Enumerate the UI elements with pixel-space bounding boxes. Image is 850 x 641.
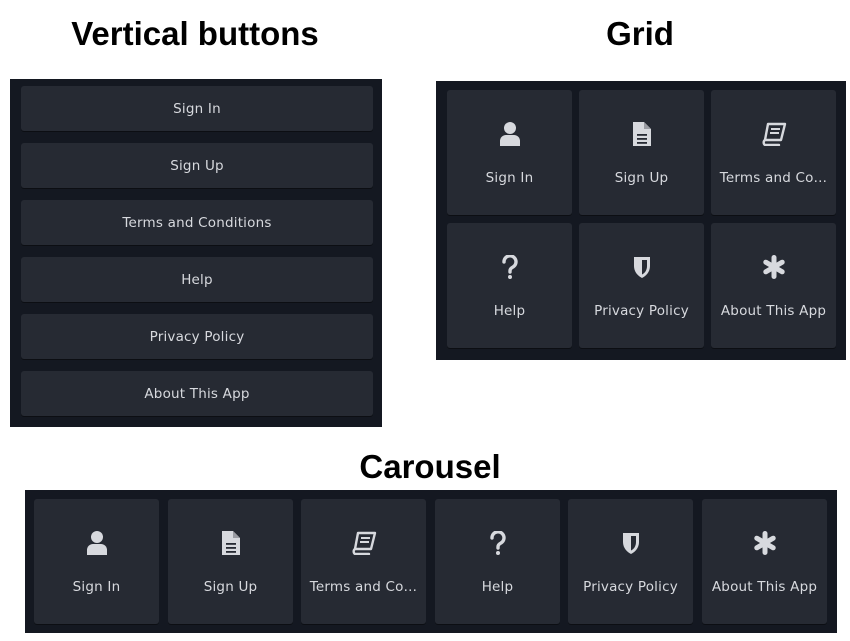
- document-icon: [579, 120, 704, 148]
- vertical-button-label: Help: [181, 271, 213, 288]
- vertical-button-label: Privacy Policy: [149, 328, 245, 345]
- vertical-buttons-panel: Sign In Sign Up Terms and Conditions Hel…: [10, 79, 382, 427]
- grid-tile-privacy[interactable]: Privacy Policy: [579, 223, 704, 348]
- carousel-tile-label: Sign Up: [203, 579, 258, 595]
- vertical-button-label: Sign Up: [170, 157, 224, 174]
- grid-tile-about[interactable]: About This App: [711, 223, 836, 348]
- grid-tile-sign-up[interactable]: Sign Up: [579, 90, 704, 215]
- grid-tile-terms[interactable]: Terms and Co…: [711, 90, 836, 215]
- grid-tile-label: Sign Up: [614, 170, 669, 186]
- grid-title: Grid: [606, 15, 674, 52]
- grid-tile-label: Privacy Policy: [594, 303, 689, 319]
- carousel-tile-label: Privacy Policy: [583, 579, 678, 595]
- carousel-tile-privacy[interactable]: Privacy Policy: [568, 499, 693, 624]
- grid-tile-sign-in[interactable]: Sign In: [447, 90, 572, 215]
- book-icon: [711, 120, 836, 148]
- question-icon: [435, 529, 560, 557]
- shield-icon: [568, 529, 693, 557]
- grid-tile-help[interactable]: Help: [447, 223, 572, 348]
- vertical-button-terms[interactable]: Terms and Conditions: [21, 200, 373, 245]
- vertical-button-privacy[interactable]: Privacy Policy: [21, 314, 373, 359]
- grid-tile-label: About This App: [720, 303, 827, 319]
- document-icon: [168, 529, 293, 557]
- carousel-title: Carousel: [359, 448, 501, 485]
- grid-tile-label: Help: [493, 303, 526, 319]
- shield-icon: [579, 253, 704, 281]
- vertical-button-label: Terms and Conditions: [122, 214, 272, 231]
- carousel-tile-help[interactable]: Help: [435, 499, 560, 624]
- asterisk-icon: [702, 529, 827, 557]
- carousel-panel: Sign In Sign Up Terms and Co… Help Priva…: [25, 490, 837, 633]
- carousel-tile-label: Terms and Co…: [309, 579, 418, 595]
- vertical-button-label: Sign In: [173, 100, 221, 117]
- vertical-button-label: About This App: [144, 385, 250, 402]
- user-icon: [34, 529, 159, 557]
- question-icon: [447, 253, 572, 281]
- carousel-tile-label: Sign In: [72, 579, 121, 595]
- vertical-button-sign-up[interactable]: Sign Up: [21, 143, 373, 188]
- user-icon: [447, 120, 572, 148]
- vertical-button-about[interactable]: About This App: [21, 371, 373, 416]
- asterisk-icon: [711, 253, 836, 281]
- carousel-tile-terms[interactable]: Terms and Co…: [301, 499, 426, 624]
- carousel-tile-label: About This App: [711, 579, 818, 595]
- grid-tile-label: Sign In: [485, 170, 534, 186]
- vertical-buttons-title: Vertical buttons: [71, 15, 319, 52]
- carousel-tile-about[interactable]: About This App: [702, 499, 827, 624]
- vertical-button-sign-in[interactable]: Sign In: [21, 86, 373, 131]
- grid-tile-label: Terms and Co…: [719, 170, 828, 186]
- vertical-button-help[interactable]: Help: [21, 257, 373, 302]
- carousel-tile-sign-in[interactable]: Sign In: [34, 499, 159, 624]
- carousel-tile-sign-up[interactable]: Sign Up: [168, 499, 293, 624]
- book-icon: [301, 529, 426, 557]
- carousel-tile-label: Help: [481, 579, 514, 595]
- grid-panel: Sign In Sign Up Terms and Co… Help Priva…: [436, 81, 846, 360]
